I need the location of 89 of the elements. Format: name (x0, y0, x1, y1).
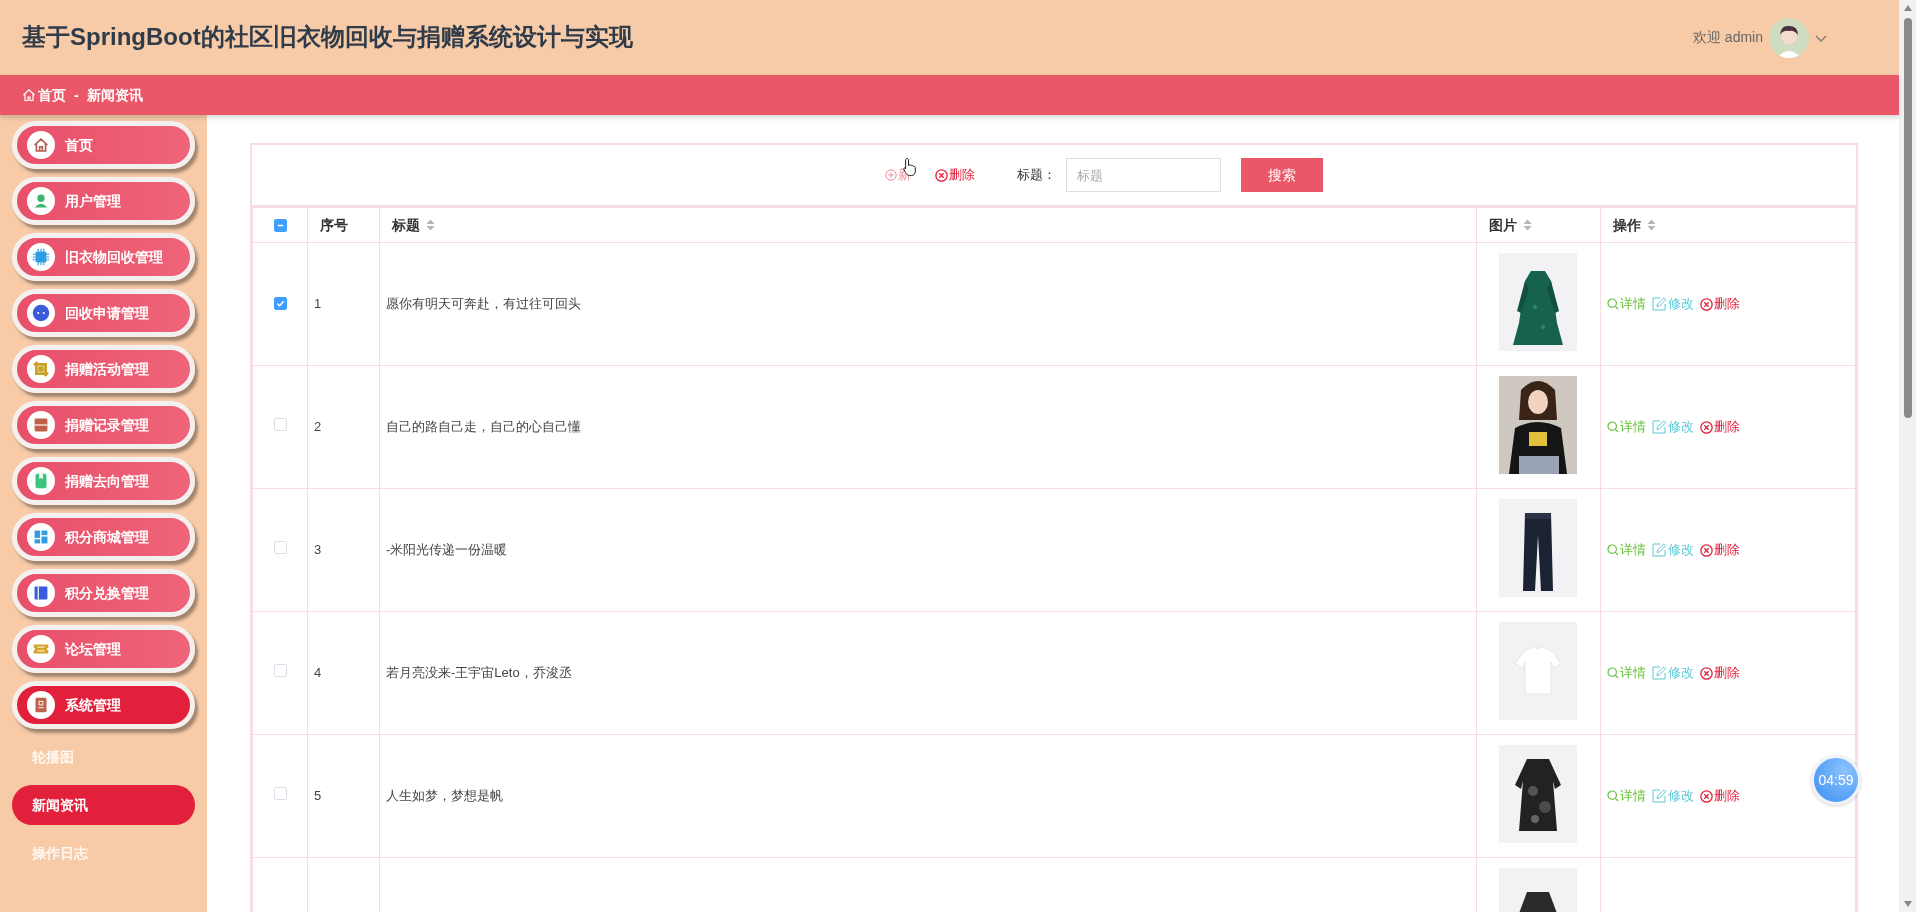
table-cell: -米阳光传递一份温暖 (386, 542, 508, 558)
sort-icon[interactable] (1647, 219, 1656, 231)
view-link[interactable]: 详情 (1607, 417, 1646, 437)
bookmark-icon (27, 467, 55, 495)
dots-icon (27, 299, 55, 327)
card-icon (27, 691, 55, 719)
search-field[interactable]: 标题 (1066, 158, 1221, 192)
sort-icon[interactable] (426, 219, 435, 231)
sidebar-item[interactable]: 系统管理 (12, 681, 195, 729)
sidebar-item[interactable]: 论坛管理 (12, 625, 195, 673)
table-cell: 若月亮没来-王宇宙Leto，乔浚丞 (386, 665, 572, 681)
search-label: 标题： (1017, 166, 1056, 185)
delete-link[interactable]: 删除 (1700, 417, 1740, 437)
plus-circle-icon (885, 169, 897, 181)
search-icon (1607, 667, 1619, 679)
close-circle-icon (1700, 297, 1713, 311)
checkbox[interactable] (273, 218, 287, 232)
app-title: 基于SpringBoot的社区旧衣物回收与捐赠系统设计与实现 (22, 23, 633, 52)
breadcrumb-link[interactable]: 首页 (38, 84, 66, 106)
column-header[interactable]: 操作 (1613, 214, 1656, 236)
table-cell: 3 (314, 542, 322, 558)
timer: 04:59 (1811, 755, 1861, 805)
crop-icon (27, 355, 55, 383)
checkmark-icon (275, 299, 285, 309)
sidebar-item[interactable]: 捐赠记录管理 (12, 401, 195, 449)
edit-link[interactable]: 修改 (1652, 540, 1694, 560)
delete-link[interactable]: 删除 (1700, 294, 1740, 314)
delete-link[interactable]: 删除 (1700, 663, 1740, 683)
table-cell: 5 (314, 788, 322, 804)
close-circle-icon (935, 168, 948, 182)
close-circle-icon (1700, 420, 1713, 434)
welcome-text: 欢迎 admin (1692, 28, 1763, 47)
column-header[interactable]: 标题 (392, 214, 435, 236)
chip-icon (27, 243, 55, 271)
delete-link[interactable]: 删除 (1700, 786, 1740, 806)
search-button[interactable]: 搜索 (1241, 158, 1323, 192)
edit-icon (1652, 789, 1667, 803)
ticket-icon (27, 635, 55, 663)
table-cell: 愿你有明天可奔赴，有过往可回头 (386, 296, 581, 312)
close-circle-icon (1700, 789, 1713, 803)
view-link[interactable]: 详情 (1607, 663, 1646, 683)
user-icon (27, 187, 55, 215)
search-icon (1607, 298, 1619, 310)
sidebar-item[interactable]: 捐赠活动管理 (12, 345, 195, 393)
edit-icon (1652, 297, 1667, 311)
breadcrumb-separator: - (74, 85, 79, 105)
table-cell: 1 (314, 296, 322, 312)
edit-icon (1652, 543, 1667, 557)
close-circle-icon (1700, 666, 1713, 680)
delete-link[interactable]: 删除 (935, 165, 975, 185)
edit-link[interactable]: 修改 (1652, 786, 1694, 806)
table-cell: 自己的路自己走，自己的心自己懂 (386, 419, 581, 435)
view-link[interactable]: 详情 (1607, 786, 1646, 806)
book-icon (27, 579, 55, 607)
sidebar-item[interactable]: 积分兑换管理 (12, 569, 195, 617)
table-cell: 2 (314, 419, 322, 435)
scroll-down-icon[interactable] (1902, 900, 1913, 908)
breadcrumb-current: 新闻资讯 (86, 85, 143, 105)
delete-link[interactable]: 删除 (1700, 540, 1740, 560)
table-cell: 人生如梦，梦想是帆 (386, 788, 503, 804)
home-icon[interactable] (22, 88, 36, 102)
scrollbar[interactable] (1899, 0, 1916, 912)
grid-icon (27, 523, 55, 551)
submenu-item[interactable]: 新闻资讯 (12, 785, 195, 825)
search-icon (1607, 544, 1619, 556)
drawer-icon (27, 411, 55, 439)
search-icon (1607, 790, 1619, 802)
checkbox[interactable] (273, 297, 287, 311)
scroll-up-icon[interactable] (1902, 4, 1913, 12)
scrollbar-thumb[interactable] (1903, 18, 1912, 418)
close-circle-icon (1700, 543, 1713, 557)
sort-icon[interactable] (1523, 219, 1532, 231)
edit-link[interactable]: 修改 (1652, 417, 1694, 437)
avatar-icon[interactable] (1769, 17, 1809, 58)
sidebar-item[interactable]: 积分商城管理 (12, 513, 195, 561)
edit-icon (1652, 666, 1667, 680)
edit-icon (1652, 420, 1667, 434)
sidebar-item[interactable]: 首页 (12, 121, 195, 169)
sidebar-item[interactable]: 捐赠去向管理 (12, 457, 195, 505)
sidebar-item[interactable]: 旧衣物回收管理 (12, 233, 195, 281)
table-cell: 4 (314, 665, 322, 681)
sidebar-item[interactable]: 回收申请管理 (12, 289, 195, 337)
view-link[interactable]: 详情 (1607, 294, 1646, 314)
edit-link[interactable]: 修改 (1652, 294, 1694, 314)
home-icon (27, 131, 55, 159)
edit-link[interactable]: 修改 (1652, 663, 1694, 683)
search-icon (1607, 421, 1619, 433)
sidebar-item[interactable]: 用户管理 (12, 177, 195, 225)
view-link[interactable]: 详情 (1607, 540, 1646, 560)
